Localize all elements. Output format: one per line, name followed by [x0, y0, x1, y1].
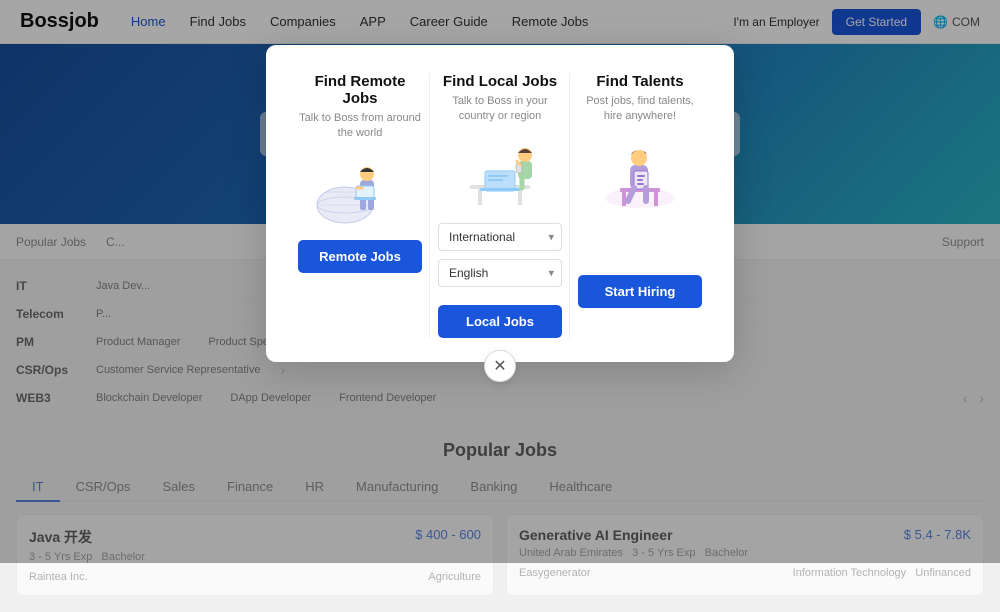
background-page: Bossjob Home Find Jobs Companies APP Car… [0, 0, 1000, 563]
country-select-wrap: International United States United Kingd… [438, 223, 562, 251]
remote-jobs-button[interactable]: Remote Jobs [298, 240, 422, 273]
local-jobs-title: Find Local Jobs [443, 73, 557, 90]
find-talents-subtitle: Post jobs, find talents, hire anywhere! [578, 94, 702, 125]
talent-illustration [590, 133, 690, 213]
modal-close-button[interactable]: ✕ [484, 350, 516, 382]
job-card-1-industry: Agriculture [428, 571, 481, 583]
modal-dropdowns: International United States United Kingd… [438, 223, 562, 295]
modal-columns: Find Remote Jobs Talk to Boss from aroun… [290, 73, 710, 338]
modal-col-remote: Find Remote Jobs Talk to Boss from aroun… [290, 73, 430, 338]
job-card-2-company: Easygenerator [519, 567, 591, 579]
remote-illustration [310, 150, 410, 230]
start-hiring-button[interactable]: Start Hiring [578, 275, 702, 308]
local-jobs-subtitle: Talk to Boss in your country or region [438, 94, 562, 125]
modal-col-local: Find Local Jobs Talk to Boss in your cou… [430, 73, 570, 338]
remote-jobs-title: Find Remote Jobs [298, 73, 422, 107]
remote-jobs-subtitle: Talk to Boss from around the world [298, 111, 422, 142]
modal-col-talent: Find Talents Post jobs, find talents, hi… [570, 73, 710, 338]
language-select[interactable]: English Chinese Spanish Arabic [438, 259, 562, 287]
language-select-wrap: English Chinese Spanish Arabic [438, 259, 562, 287]
local-illustration [450, 133, 550, 213]
find-talents-title: Find Talents [596, 73, 683, 90]
job-card-1-company: Raintea Inc. [29, 571, 88, 583]
local-jobs-button[interactable]: Local Jobs [438, 305, 562, 338]
region-modal: Find Remote Jobs Talk to Boss from aroun… [266, 45, 734, 362]
job-card-2-industry: Information Technology Unfinanced [793, 567, 971, 579]
country-select[interactable]: International United States United Kingd… [438, 223, 562, 251]
